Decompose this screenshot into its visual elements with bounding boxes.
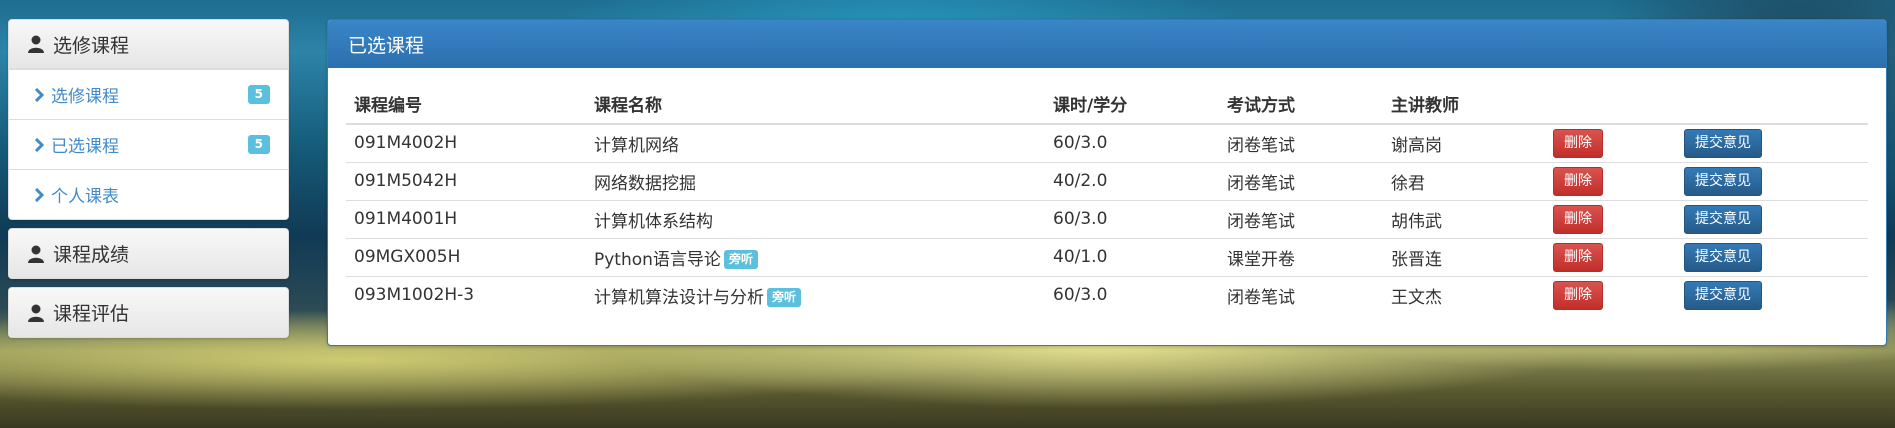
delete-cell: 删除 [1545, 199, 1676, 238]
course-name-cell: Python语言导论 旁听 [586, 237, 1045, 276]
course-name-cell: 计算机体系结构 [586, 199, 1045, 238]
submit-feedback-button[interactable]: 提交意见 [1684, 166, 1762, 196]
sidebar-item-selected[interactable]: 已选课程 5 [9, 119, 288, 169]
column-header-feedback [1676, 84, 1868, 125]
sidebar: 选修课程 选修课程 5 已选课程 5 个人课表 课程成绩 课程评估 [8, 19, 289, 346]
sidebar-item-label: 个人课表 [51, 187, 119, 207]
submit-feedback-button[interactable]: 提交意见 [1684, 242, 1762, 272]
courses-table: 课程编号 课程名称 课时/学分 考试方式 主讲教师 091M4002H 计算机网… [346, 84, 1868, 314]
chevron-right-icon [34, 137, 45, 152]
panel-elective-courses: 选修课程 选修课程 5 已选课程 5 个人课表 [8, 19, 289, 220]
sidebar-item-label: 选修课程 [51, 87, 119, 107]
submit-feedback-button[interactable]: 提交意见 [1684, 204, 1762, 234]
course-hours: 60/3.0 [1045, 275, 1219, 314]
delete-button[interactable]: 删除 [1553, 204, 1603, 234]
teacher-name: 胡伟武 [1383, 199, 1545, 238]
count-badge: 5 [247, 135, 270, 154]
user-icon [28, 245, 44, 263]
delete-button[interactable]: 删除 [1553, 128, 1603, 158]
course-name-cell: 计算机算法设计与分析 旁听 [586, 275, 1045, 314]
column-header-code: 课程编号 [346, 84, 586, 125]
course-code: 09MGX005H [346, 237, 586, 276]
course-name: 网络数据挖掘 [594, 173, 696, 194]
delete-cell: 删除 [1545, 237, 1676, 276]
panel-heading-evaluation[interactable]: 课程评估 [9, 288, 288, 337]
table-header-row: 课程编号 课程名称 课时/学分 考试方式 主讲教师 [346, 84, 1868, 125]
panel-title: 课程评估 [53, 303, 130, 325]
submit-feedback-button[interactable]: 提交意见 [1684, 128, 1762, 158]
feedback-cell: 提交意见 [1676, 161, 1868, 200]
course-code: 093M1002H-3 [346, 275, 586, 314]
delete-cell: 删除 [1545, 275, 1676, 314]
sidebar-item-label: 已选课程 [51, 137, 119, 157]
page-title: 已选课程 [328, 20, 1886, 68]
column-header-exam: 考试方式 [1219, 84, 1383, 125]
course-name-cell: 计算机网络 [586, 123, 1045, 162]
exam-method: 课堂开卷 [1219, 237, 1383, 276]
teacher-name: 徐君 [1383, 161, 1545, 200]
table-row: 09MGX005H Python语言导论 旁听 40/1.0 课堂开卷 张晋连 删… [346, 237, 1868, 276]
exam-method: 闭卷笔试 [1219, 123, 1383, 162]
delete-cell: 删除 [1545, 123, 1676, 162]
audit-badge: 旁听 [767, 288, 802, 308]
panel-evaluation: 课程评估 [8, 287, 289, 338]
column-header-delete [1545, 84, 1676, 125]
feedback-cell: 提交意见 [1676, 199, 1868, 238]
exam-method: 闭卷笔试 [1219, 275, 1383, 314]
course-name: 计算机体系结构 [594, 211, 713, 232]
chevron-right-icon [34, 87, 45, 102]
delete-button[interactable]: 删除 [1553, 166, 1603, 196]
column-header-teacher: 主讲教师 [1383, 84, 1545, 125]
delete-cell: 删除 [1545, 161, 1676, 200]
course-name: Python语言导论 [594, 249, 721, 270]
teacher-name: 张晋连 [1383, 237, 1545, 276]
panel-heading-grades[interactable]: 课程成绩 [9, 229, 288, 278]
chevron-right-icon [34, 187, 45, 202]
feedback-cell: 提交意见 [1676, 237, 1868, 276]
panel-title: 课程成绩 [53, 244, 130, 266]
course-hours: 40/2.0 [1045, 161, 1219, 200]
table-row: 091M4002H 计算机网络 60/3.0 闭卷笔试 谢高岗 删除 提交意见 [346, 123, 1868, 162]
column-header-hours: 课时/学分 [1045, 84, 1219, 125]
table-row: 093M1002H-3 计算机算法设计与分析 旁听 60/3.0 闭卷笔试 王文杰… [346, 275, 1868, 314]
table-row: 091M5042H 网络数据挖掘 40/2.0 闭卷笔试 徐君 删除 提交意见 [346, 161, 1868, 200]
user-icon [28, 35, 44, 53]
course-hours: 60/3.0 [1045, 123, 1219, 162]
selected-courses-panel: 已选课程 课程编号 课程名称 课时/学分 考试方式 主讲教师 091M4002H… [327, 19, 1887, 346]
teacher-name: 谢高岗 [1383, 123, 1545, 162]
sidebar-item-elective[interactable]: 选修课程 5 [9, 69, 288, 119]
course-hours: 60/3.0 [1045, 199, 1219, 238]
course-code: 091M4002H [346, 123, 586, 162]
sidebar-item-schedule[interactable]: 个人课表 [9, 169, 288, 219]
course-code: 091M5042H [346, 161, 586, 200]
audit-badge: 旁听 [723, 250, 758, 269]
teacher-name: 王文杰 [1383, 275, 1545, 314]
submit-feedback-button[interactable]: 提交意见 [1684, 280, 1762, 310]
table-row: 091M4001H 计算机体系结构 60/3.0 闭卷笔试 胡伟武 删除 提交意… [346, 199, 1868, 238]
course-name: 计算机网络 [594, 135, 679, 156]
count-badge: 5 [247, 85, 270, 104]
course-hours: 40/1.0 [1045, 237, 1219, 276]
user-icon [28, 304, 44, 322]
panel-heading-elective[interactable]: 选修课程 [9, 20, 288, 69]
feedback-cell: 提交意见 [1676, 275, 1868, 314]
panel-title: 选修课程 [53, 34, 130, 57]
course-name: 计算机算法设计与分析 [594, 287, 764, 308]
course-code: 091M4001H [346, 199, 586, 238]
delete-button[interactable]: 删除 [1553, 242, 1603, 272]
exam-method: 闭卷笔试 [1219, 161, 1383, 200]
panel-grades: 课程成绩 [8, 228, 289, 279]
course-name-cell: 网络数据挖掘 [586, 161, 1045, 200]
exam-method: 闭卷笔试 [1219, 199, 1383, 238]
feedback-cell: 提交意见 [1676, 123, 1868, 162]
column-header-name: 课程名称 [586, 84, 1045, 125]
delete-button[interactable]: 删除 [1553, 280, 1603, 310]
